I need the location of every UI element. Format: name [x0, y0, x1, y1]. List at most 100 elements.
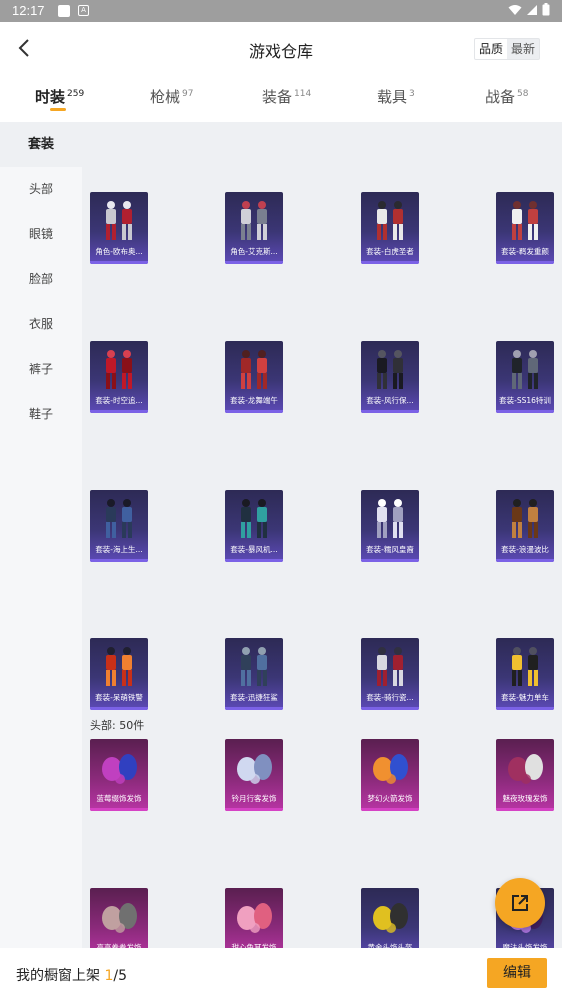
sidebar-item-clothes[interactable]: 衣服 — [0, 302, 82, 347]
suit-item-card[interactable]: 套装-糯风皇裔 — [361, 490, 419, 562]
item-grid: 头部: 50件 角色-欧布奥... 角色-艾克斯... 套装-白虎圣者 套装-羁发重颜… — [82, 122, 562, 948]
battery-icon — [542, 3, 550, 16]
tab-count: 58 — [517, 89, 529, 99]
quality-stripe — [225, 559, 283, 562]
item-name: 套装-时空追... — [95, 396, 143, 405]
app-root: 12:17 A 游戏仓库 品质 最新 时装 259 枪械 97 装备 114 载具 3 … — [0, 0, 562, 999]
head-item-card[interactable]: 亮亮卷卷发饰 — [90, 888, 148, 948]
sidebar-item-face[interactable]: 脸部 — [0, 257, 82, 302]
bottom-bar: 我的橱窗上架 1/5 — [0, 948, 562, 999]
item-thumbnail — [373, 903, 408, 933]
sort-toggle: 品质 最新 — [473, 38, 540, 60]
sort-by-newest-button[interactable]: 最新 — [507, 39, 539, 59]
item-thumbnail — [102, 754, 137, 784]
item-name: 套装-浪漫波比 — [501, 545, 549, 554]
edit-button[interactable]: 编辑 — [487, 958, 547, 988]
suit-item-card[interactable]: 角色-艾克斯... — [225, 192, 283, 264]
quality-stripe — [361, 559, 419, 562]
suit-item-card[interactable]: 套装-浪漫波比 — [496, 490, 554, 562]
item-thumbnail — [377, 350, 403, 389]
quality-stripe — [496, 261, 554, 264]
item-thumbnail — [512, 647, 538, 686]
item-thumbnail — [241, 201, 267, 240]
head-item-card[interactable]: 魅夜玫瑰发饰 — [496, 739, 554, 811]
item-thumbnail — [106, 647, 132, 686]
item-thumbnail — [512, 350, 538, 389]
suit-item-card[interactable]: 套装-风行保... — [361, 341, 419, 413]
item-name: 套装-暴风机... — [230, 545, 278, 554]
suit-item-card[interactable]: 套装-骑行瓷... — [361, 638, 419, 710]
head-item-card[interactable]: 甜心兔耳发饰 — [225, 888, 283, 948]
suit-item-card[interactable]: 套装-呆萌铁警 — [90, 638, 148, 710]
suit-item-card[interactable]: 套装-SS16特训 — [496, 341, 554, 413]
item-thumbnail — [241, 499, 267, 538]
status-bar: 12:17 A — [0, 0, 562, 22]
item-name: 角色-艾克斯... — [230, 247, 278, 256]
tab-count: 114 — [294, 89, 312, 99]
quality-stripe — [90, 410, 148, 413]
suit-item-card[interactable]: 套装-迅捷狂鲨 — [225, 638, 283, 710]
head-item-card[interactable]: 蓝莓缀饰发饰 — [90, 739, 148, 811]
suit-item-card[interactable]: 角色-欧布奥... — [90, 192, 148, 264]
sidebar-item-pants[interactable]: 裤子 — [0, 347, 82, 392]
share-fab[interactable] — [495, 878, 545, 928]
item-name: 套装-海上生... — [95, 545, 143, 554]
item-thumbnail — [373, 754, 408, 784]
item-name: 梦幻火箭发饰 — [367, 794, 413, 803]
sidebar-item-shoes[interactable]: 鞋子 — [0, 392, 82, 437]
quality-stripe — [361, 707, 419, 710]
tab-label: 战备 — [485, 88, 516, 106]
item-thumbnail — [512, 201, 538, 240]
suit-item-card[interactable]: 套装-海上生... — [90, 490, 148, 562]
suit-item-card[interactable]: 套装-时空追... — [90, 341, 148, 413]
tab-equipment[interactable]: 装备 114 — [262, 86, 311, 107]
sidebar: 套装 头部 眼镜 脸部 衣服 裤子 鞋子 — [0, 122, 82, 948]
suit-item-card[interactable]: 套装-暴风机... — [225, 490, 283, 562]
tab-guns[interactable]: 枪械 97 — [150, 86, 193, 107]
quality-stripe — [361, 261, 419, 264]
item-name: 黄金头饰头盔 — [367, 943, 413, 948]
suit-item-card[interactable]: 套装-白虎圣者 — [361, 192, 419, 264]
item-name: 套装-骑行瓷... — [366, 693, 414, 702]
quality-stripe — [496, 410, 554, 413]
item-name: 套装-白虎圣者 — [366, 247, 414, 256]
showcase-total: /5 — [113, 968, 127, 984]
head-item-card[interactable]: 梦幻火箭发饰 — [361, 739, 419, 811]
sort-by-quality-button[interactable]: 品质 — [474, 39, 507, 59]
sidebar-item-glasses[interactable]: 眼镜 — [0, 212, 82, 257]
item-name: 套装-糯风皇裔 — [366, 545, 414, 554]
quality-stripe — [361, 410, 419, 413]
tab-count: 97 — [182, 89, 194, 99]
item-name: 魅夜玫瑰发饰 — [502, 794, 548, 803]
item-name: 蓝莓缀饰发饰 — [96, 794, 142, 803]
tab-vehicles[interactable]: 载具 3 — [377, 86, 415, 107]
item-name: 套装-魅力单车 — [501, 693, 549, 702]
item-name: 套装-SS16特训 — [499, 396, 551, 405]
tab-fashion[interactable]: 时装 259 — [35, 86, 84, 107]
head-section-title: 头部: 50件 — [90, 719, 145, 732]
item-thumbnail — [237, 754, 272, 784]
item-name: 套装-呆萌铁警 — [95, 693, 143, 702]
item-thumbnail — [102, 903, 137, 933]
suit-item-card[interactable]: 套装-魅力单车 — [496, 638, 554, 710]
quality-stripe — [90, 707, 148, 710]
quality-stripe — [496, 707, 554, 710]
head-item-card[interactable]: 钤月行客发饰 — [225, 739, 283, 811]
suit-item-card[interactable]: 套装-羁发重颜 — [496, 192, 554, 264]
item-name: 钤月行客发饰 — [231, 794, 277, 803]
status-time: 12:17 — [12, 3, 45, 18]
sidebar-item-head[interactable]: 头部 — [0, 167, 82, 212]
quality-stripe — [361, 808, 419, 811]
tab-supplies[interactable]: 战备 58 — [485, 86, 528, 107]
item-name: 套装-风行保... — [366, 396, 414, 405]
share-icon — [512, 895, 528, 911]
item-thumbnail — [237, 903, 272, 933]
item-name: 套装-羁发重颜 — [501, 247, 549, 256]
tab-count: 259 — [67, 89, 85, 99]
quality-stripe — [225, 410, 283, 413]
category-tabs: 时装 259 枪械 97 装备 114 载具 3 战备 58 — [0, 74, 562, 122]
head-item-card[interactable]: 黄金头饰头盔 — [361, 888, 419, 948]
tab-label: 时装 — [35, 88, 66, 106]
suit-item-card[interactable]: 套装-龙舞端午 — [225, 341, 283, 413]
sidebar-item-suits[interactable]: 套装 — [0, 122, 82, 167]
